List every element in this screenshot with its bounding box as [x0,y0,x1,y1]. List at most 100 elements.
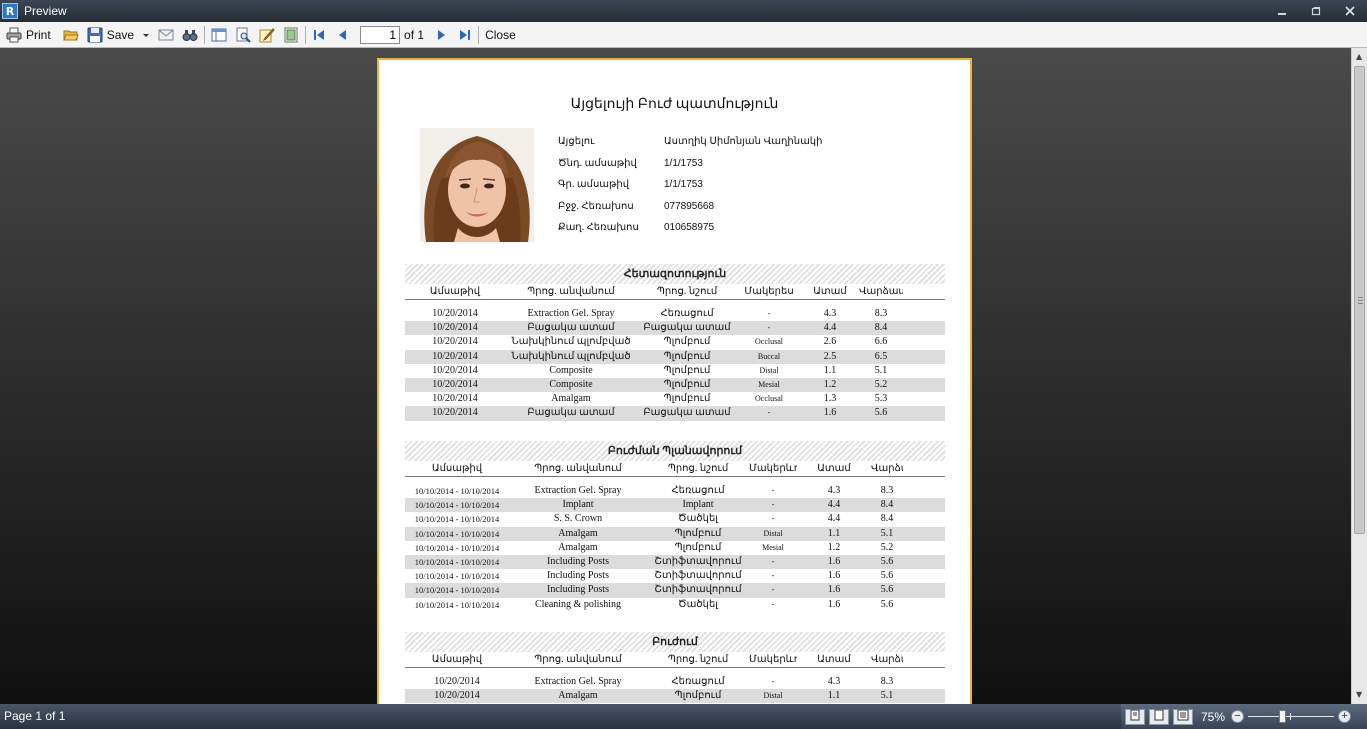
window-titlebar: R Preview [0,0,1367,22]
save-dropdown-button[interactable] [140,24,152,46]
send-email-button[interactable] [156,24,176,46]
open-button[interactable] [61,24,81,46]
last-page-button[interactable] [456,24,474,46]
table-row: 10/10/2014 - 10/10/2014 Amalgam Պլոմբում Di… [405,526,945,541]
table-cell: 6.6 [874,336,888,348]
edit-button[interactable] [257,24,277,46]
table-cell: - [771,571,775,581]
table-row: 10/20/2014 Amalgam Պլոմբում Occlusal 1.3 5.3 [405,392,945,406]
next-page-button[interactable] [432,24,450,46]
vertical-scrollbar[interactable]: ▲ ▼ [1351,48,1367,704]
table-cell: 10/10/2014 - 10/10/2014 [414,500,500,511]
scroll-down-icon[interactable]: ▼ [1356,690,1362,699]
two-page-view-button[interactable] [1149,708,1169,725]
table-cell: 8.3 [880,676,894,687]
column-header: Ամսաթիվ [431,463,483,474]
column-header: Պրոց. անվանում [534,654,622,665]
table-cell: 4.3 [827,676,841,687]
report-title: Այցելույի Բուժ պատմություն [570,97,779,112]
table-cell: 5.1 [880,527,894,539]
section-title: Բուժում [405,632,945,652]
previous-page-button[interactable] [334,24,352,46]
table-cell: 10/10/2014 - 10/10/2014 [414,486,500,496]
page-setup-button[interactable] [209,24,229,46]
grip-line [1358,300,1363,301]
table-cell: Հեռացում [671,676,725,687]
list-view-icon [1177,709,1189,724]
zoom-slider-thumb[interactable] [1279,710,1286,723]
table-cell: Պլոմբում [663,336,711,348]
column-header: Վարձատրում [871,654,903,665]
fit-page-button[interactable] [281,24,301,46]
table-row: 10/20/2014 Composite Պլոմբում Distal 1.1 5.1 [405,364,945,378]
save-button[interactable]: Save [85,24,136,46]
table-cell: 8.3 [880,485,894,496]
table-row: 10/20/2014 Amalgam Պլոմբում Distal 1.1 5.1 [405,689,945,704]
table-cell: Distal [763,691,783,701]
mobile-phone-label: Բջջ. Հեռախոս [558,200,634,212]
table-cell: 1.3 [823,393,837,405]
home-phone-value: 010658975 [664,222,715,233]
print-button[interactable]: Print [4,24,53,46]
close-preview-button[interactable]: Close [483,24,518,46]
table-cell: Mesial [758,379,780,389]
dropdown-arrow-icon [142,31,150,39]
column-header: Պրոց. անվանում [527,286,615,297]
table-cell: 10/10/2014 - 10/10/2014 [414,542,500,553]
scroll-up-icon[interactable]: ▲ [1356,52,1362,61]
table-cell: 10/20/2014 [432,322,478,334]
report-page: Այցելույի Բուժ պատմություն Այցելու Աստղիկ… [377,58,972,704]
zoom-out-button[interactable]: − [1231,710,1244,723]
table-cell: 5.6 [874,407,888,419]
table-cell: 4.3 [827,485,841,496]
zoom-in-button[interactable]: + [1338,710,1351,723]
registration-date-value: 1/1/1753 [664,179,703,190]
table-cell: Implant [562,499,594,511]
table-cell: Բացակա ատամ [643,322,731,334]
table-cell: 10/20/2014 [432,336,478,348]
maximize-button[interactable] [1299,0,1333,22]
table-cell: - [771,585,775,595]
table-row: 10/10/2014 - 10/10/2014 Amalgam Պլոմբում Me… [405,541,945,555]
table-row: 10/10/2014 - 10/10/2014 Cleaning & polish… [405,598,945,612]
patient-name-value: Աստղիկ Սիմոնյան Վաղինակի [664,136,823,147]
patient-photo [420,128,534,242]
single-page-view-button[interactable] [1125,708,1145,725]
status-bar: Page 1 of 1 75% − + [0,704,1367,729]
first-page-icon [312,28,326,42]
table-row: 10/10/2014 - 10/10/2014 Implant Implant - 4.… [405,498,945,513]
find-button[interactable] [180,24,200,46]
zoom-slider[interactable] [1248,710,1334,723]
first-page-button[interactable] [310,24,328,46]
edit-pencil-icon [259,27,275,43]
table-row: 10/10/2014 - 10/10/2014 Extraction Gel. S… [405,484,945,498]
minimize-button[interactable] [1265,0,1299,22]
page-number-input[interactable] [360,25,401,44]
table-cell: 6.5 [874,350,888,362]
close-window-button[interactable] [1333,0,1367,22]
table-cell: Նախկինում պլոմբված [511,350,631,362]
table-cell: 1.1 [827,690,841,702]
table-body: 10/20/2014 Extraction Gel. Spray Հեռացում -… [405,307,945,421]
patient-name-label: Այցելու [558,136,595,147]
table-cell: 5.1 [874,364,888,376]
table-cell: Նախկինում պլոմբված [511,336,631,348]
table-cell: Extraction Gel. Spray [534,676,622,687]
scrollbar-thumb[interactable] [1354,66,1365,534]
preview-toolbar: Print Save of 1 Close [0,22,1367,48]
table-header: Ամսաթիվ Պրոց. անվանում Պրոց. նշում Մակեր… [405,462,945,477]
document-viewer[interactable]: Այցելույի Բուժ պատմություն Այցելու Աստղիկ… [0,48,1351,704]
save-label: Save [106,27,135,42]
column-header: Պրոց. նշում [667,654,729,665]
column-header: Ատամ [817,463,851,474]
treatment-plan-section: Բուժման Պլանավորում Ամսաթիվ Պրոց. անվանո… [405,441,945,612]
continuous-view-button[interactable] [1173,708,1193,725]
grip-line [1358,303,1363,304]
table-cell: 10/20/2014 [434,676,480,687]
zoom-page-button[interactable] [233,24,253,46]
table-cell: - [767,408,771,418]
table-cell: 10/20/2014 [434,690,480,702]
treatment-section: Բուժում Ամսաթիվ Պրոց. անվանում Պրոց. նշո… [405,632,945,704]
table-row: 10/10/2014 - 10/10/2014 S. S. Crown Ծածկել… [405,512,945,526]
table-cell: 10/20/2014 [432,308,478,319]
